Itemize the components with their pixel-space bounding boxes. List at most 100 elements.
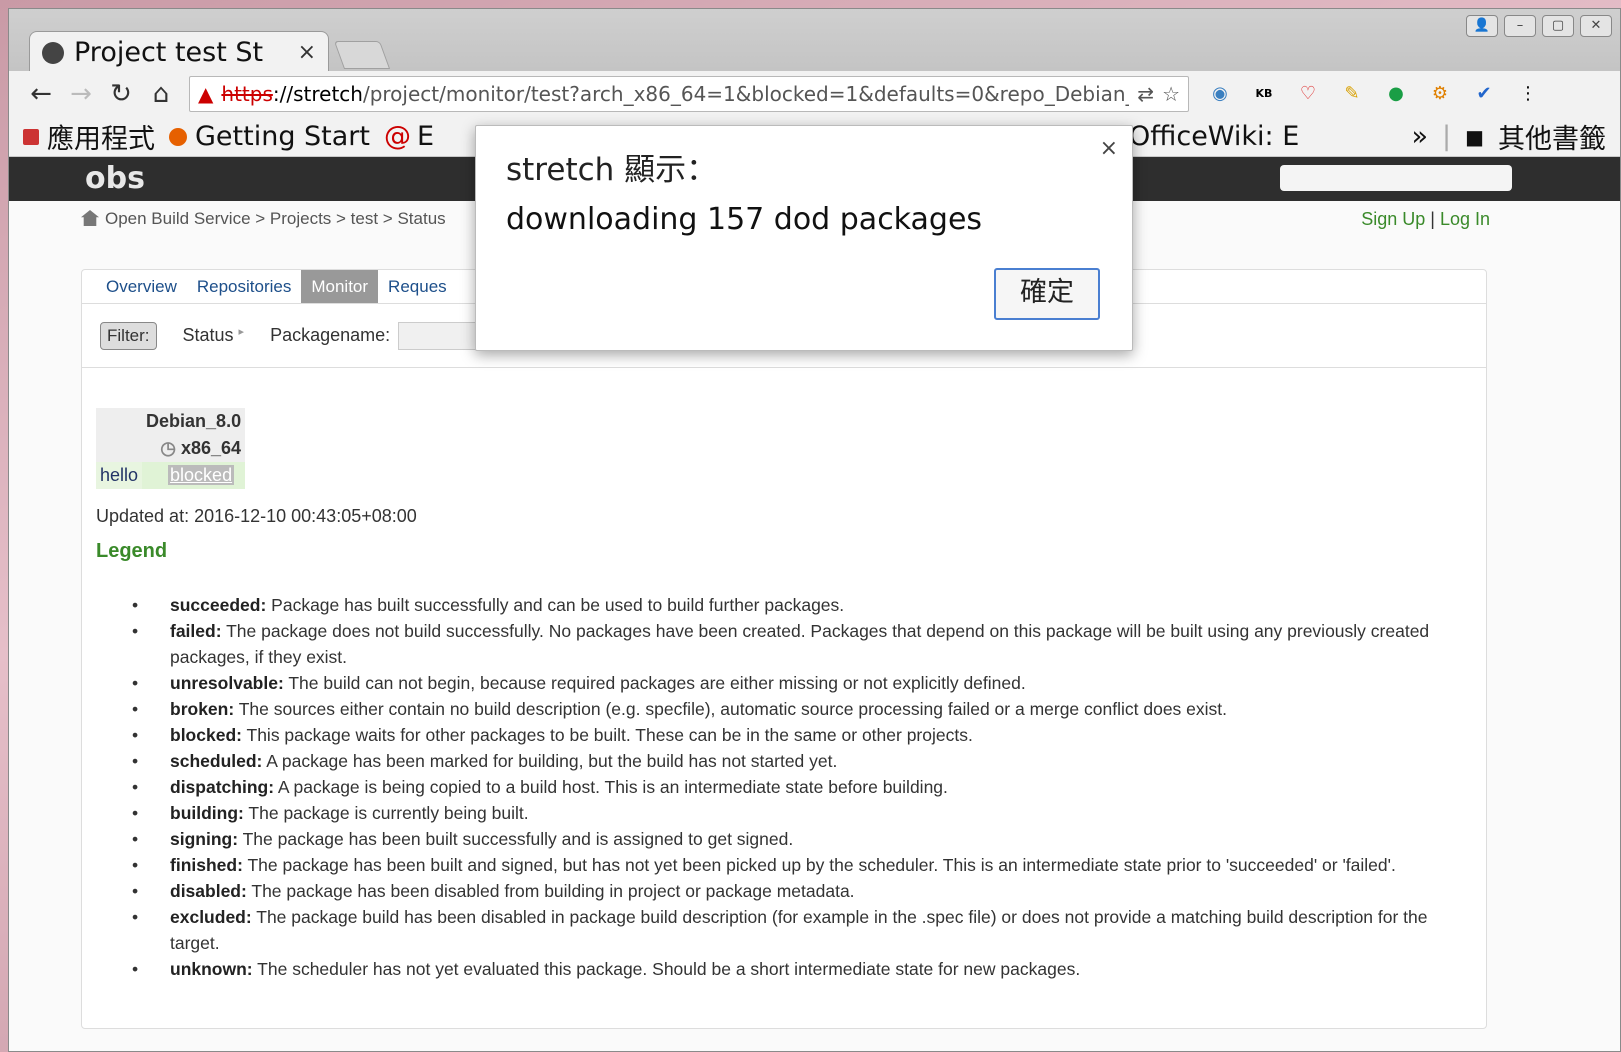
log-in-link[interactable]: Log In <box>1440 209 1490 229</box>
legend-item: unresolvable: The build can not begin, b… <box>132 670 1460 696</box>
menu-icon[interactable]: ⋮ <box>1513 81 1543 107</box>
legend-term: blocked: <box>170 725 242 745</box>
legend-term: excluded: <box>170 907 252 927</box>
tab-repositories[interactable]: Repositories <box>187 270 302 303</box>
tab-title: Project test St <box>74 37 264 68</box>
legend-title: Legend <box>96 540 168 562</box>
forward-icon[interactable]: → <box>61 79 101 109</box>
filter-button[interactable]: Filter: <box>100 321 157 350</box>
legend-term: disabled: <box>170 881 247 901</box>
browser-window: Project test St × 👤 – ▢ ✕ ← → ↻ ⌂ ▲ http… <box>8 8 1621 1052</box>
bookmark-apps[interactable]: 應用程式 <box>23 117 155 156</box>
arch-header[interactable]: ◷ x86_64 <box>142 435 245 462</box>
bookmark-star-icon[interactable]: ☆ <box>1162 82 1180 106</box>
reload-icon[interactable]: ↻ <box>101 79 141 109</box>
sign-up-link[interactable]: Sign Up <box>1361 209 1425 229</box>
other-bookmarks[interactable]: 其他書籤 <box>1498 117 1606 156</box>
legend-item: unknown: The scheduler has not yet evalu… <box>132 956 1460 982</box>
minimize-icon[interactable]: – <box>1504 15 1536 37</box>
user-icon[interactable]: 👤 <box>1466 15 1498 37</box>
updated-at: Updated at: 2016-12-10 00:43:05+08:00 <box>96 506 417 526</box>
home-icon[interactable]: ⌂ <box>141 79 181 109</box>
extension-chat-icon[interactable]: ● <box>1381 81 1411 107</box>
legend-term: succeeded: <box>170 595 267 615</box>
legend-description: This package waits for other packages to… <box>241 725 973 745</box>
bookmarks-right: » | ■ 其他書籤 <box>1411 117 1606 156</box>
translate-icon[interactable]: ⇄ <box>1137 82 1154 106</box>
legend-term: signing: <box>170 829 239 849</box>
extensions: ◉ KB ♡ ✎ ● ⚙ ✔ ⋮ <box>1205 81 1543 107</box>
legend-term: unresolvable: <box>170 673 284 693</box>
bookmarks-divider: | <box>1441 121 1452 152</box>
status-filter[interactable]: Status ▸ <box>183 325 245 346</box>
caret-right-icon: ▸ <box>238 326 245 338</box>
legend-description: A package is being copied to a build hos… <box>274 777 948 797</box>
extension-off-icon[interactable]: ⚙ <box>1425 81 1455 107</box>
extension-broom-icon[interactable]: ✎ <box>1337 81 1367 107</box>
legend-term: scheduled: <box>170 751 263 771</box>
legend-item: broken: The sources either contain no bu… <box>132 696 1460 722</box>
home-icon[interactable] <box>81 210 99 226</box>
legend-description: Package has built successfully and can b… <box>266 595 845 615</box>
dialog-message: downloading 157 dod packages <box>506 202 983 237</box>
legend-item: building: The package is currently being… <box>132 800 1460 826</box>
apps-grid-icon <box>23 128 39 145</box>
extension-kb-icon[interactable]: KB <box>1249 81 1279 107</box>
browser-tab[interactable]: Project test St × <box>29 31 329 73</box>
legend-term: broken: <box>170 699 235 719</box>
legend-description: The package build has been disabled in p… <box>170 907 1428 953</box>
tab-requests[interactable]: Reques <box>378 270 457 303</box>
bookmark-getting-started[interactable]: Getting Start <box>169 121 370 152</box>
bookmark-partial[interactable]: @ E <box>384 121 434 152</box>
repo-header[interactable]: Debian_8.0 <box>142 408 245 435</box>
maximize-icon[interactable]: ▢ <box>1542 15 1574 37</box>
legend-description: The package has been disabled from build… <box>246 881 855 901</box>
firefox-icon <box>169 127 187 146</box>
new-tab-button[interactable] <box>333 41 391 69</box>
browser-toolbar: ← → ↻ ⌂ ▲ https://stretch/project/monito… <box>9 71 1620 117</box>
site-favicon-icon <box>42 41 64 64</box>
folder-icon: ■ <box>1465 124 1484 149</box>
extension-heart-icon[interactable]: ♡ <box>1293 81 1323 107</box>
back-icon[interactable]: ← <box>21 79 61 109</box>
auth-separator: | <box>1430 209 1435 229</box>
monitor-table: Debian_8.0 ◷ x86_64 hello blocked <box>96 408 246 489</box>
extension-v-icon[interactable]: ✔ <box>1469 81 1499 107</box>
search-input[interactable] <box>1280 165 1512 191</box>
legend-list: succeeded: Package has built successfull… <box>120 592 1460 982</box>
legend-description: A package has been marked for building, … <box>262 751 838 771</box>
legend-item: dispatching: A package is being copied t… <box>132 774 1460 800</box>
legend-description: The package has been built successfully … <box>238 829 794 849</box>
legend-term: dispatching: <box>170 777 275 797</box>
clock-icon: ◷ <box>160 438 176 458</box>
bookmark-officewiki[interactable]: OfficeWiki: E <box>1129 121 1299 152</box>
extension-icon[interactable]: ◉ <box>1205 81 1235 107</box>
tab-overview[interactable]: Overview <box>96 270 187 303</box>
legend-item: blocked: This package waits for other pa… <box>132 722 1460 748</box>
legend-item: excluded: The package build has been dis… <box>132 904 1460 956</box>
tab-close-icon[interactable]: × <box>298 40 316 65</box>
legend-description: The package does not build successfully.… <box>170 621 1430 667</box>
title-bar: Project test St × 👤 – ▢ ✕ <box>9 9 1620 73</box>
close-window-icon[interactable]: ✕ <box>1580 15 1612 37</box>
insecure-warning-icon[interactable]: ▲ <box>198 82 213 106</box>
legend-item: succeeded: Package has built successfull… <box>132 592 1460 618</box>
status-cell: blocked <box>142 462 246 489</box>
bookmarks-overflow-button[interactable]: » <box>1411 121 1428 152</box>
address-bar[interactable]: ▲ https://stretch/project/monitor/test?a… <box>189 76 1189 112</box>
status-link[interactable]: blocked <box>168 465 235 485</box>
legend-term: unknown: <box>170 959 253 979</box>
project-box: Overview Repositories Monitor Reques Fil… <box>81 269 1487 1029</box>
obs-logo[interactable]: obs <box>85 161 145 196</box>
url-text: https://stretch/project/monitor/test?arc… <box>221 82 1130 106</box>
dialog-close-icon[interactable]: × <box>1100 136 1118 161</box>
legend-item: disabled: The package has been disabled … <box>132 878 1460 904</box>
tab-monitor[interactable]: Monitor <box>301 270 379 303</box>
dialog-title: stretch 顯示： <box>506 152 718 188</box>
debian-icon: @ <box>384 121 411 152</box>
legend-description: The sources either contain no build desc… <box>234 699 1228 719</box>
package-name[interactable]: hello <box>96 462 143 489</box>
legend-item: signing: The package has been built succ… <box>132 826 1460 852</box>
ok-button[interactable]: 確定 <box>994 268 1100 320</box>
auth-links: Sign Up | Log In <box>1361 209 1490 230</box>
